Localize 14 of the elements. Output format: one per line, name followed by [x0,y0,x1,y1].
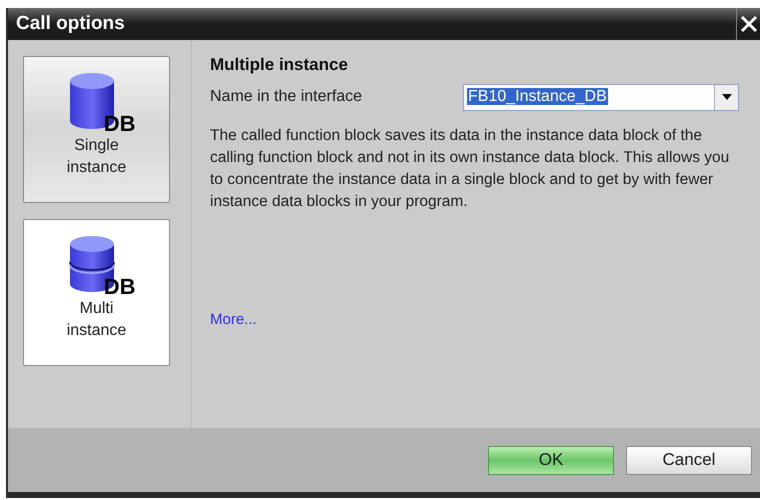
call-option-tile[interactable]: DB Single instance [23,56,170,203]
window-title: Call options [16,12,125,36]
dropdown-field[interactable]: FB10_Instance_DB [463,84,739,110]
option-label: Single instance [66,136,126,178]
section-heading: Multiple instance [210,54,349,76]
db-label: DB [104,113,136,135]
call-option-tile[interactable]: DB Multi instance [23,219,170,366]
db-label: DB [104,276,136,298]
field-label: Name in the interface [210,87,364,107]
option-label: Multi instance [66,299,126,341]
cancel-button[interactable]: Cancel [626,446,752,474]
description-text: The called function block saves its data in the instance data block of the calling function block and not in its own instance data block. This allows you to concentrate the instance data in a single block and to get by with fewer instance data blocks in your program. [210,126,730,212]
ok-button[interactable]: OK [488,446,614,474]
more-link[interactable]: More... [210,308,257,331]
